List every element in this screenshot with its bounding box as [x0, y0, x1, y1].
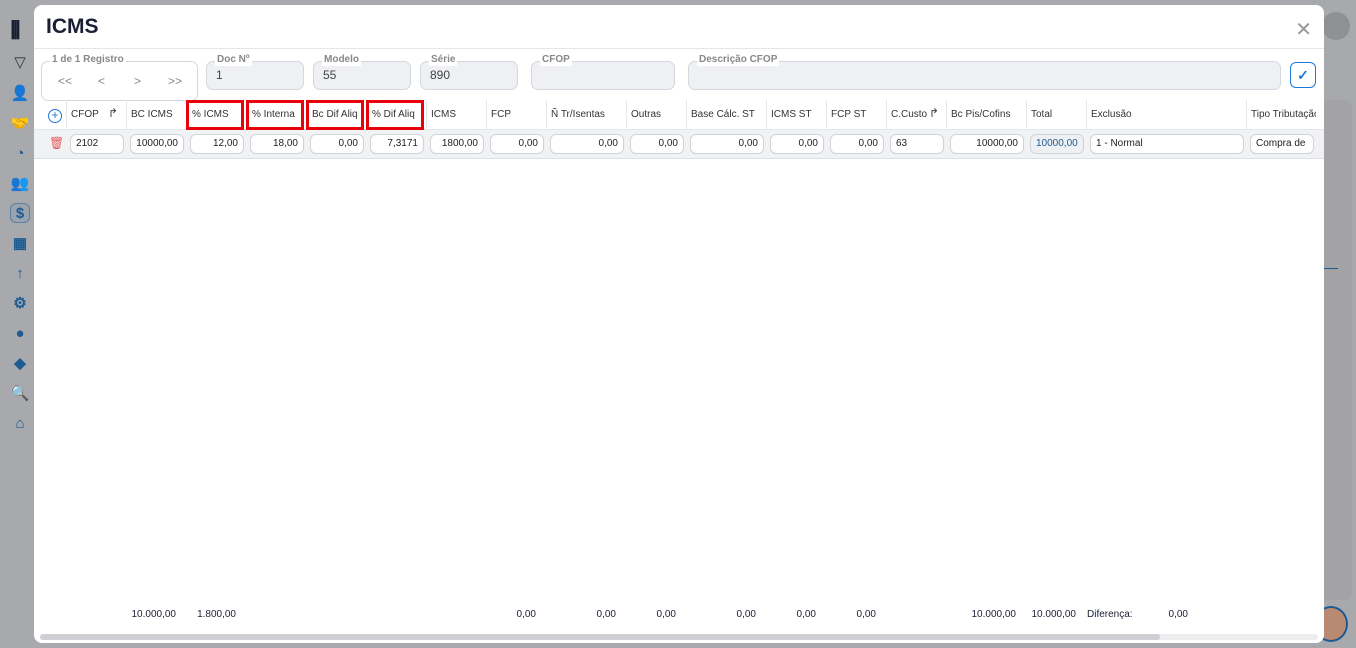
table-row: 2102 10000,00 12,00 18,00 0,00 7,3171 1800,00 0…: [34, 130, 1324, 159]
dollar-icon[interactable]: $: [10, 203, 30, 223]
money-bag-icon[interactable]: ●: [10, 323, 30, 343]
cfop-arrow-icon[interactable]: ↱: [108, 106, 118, 120]
column-header--icms[interactable]: % ICMS: [186, 100, 244, 130]
cell-input--interna[interactable]: 18,00: [250, 134, 304, 154]
total-outras: 0,00: [656, 609, 676, 620]
field-value: 55: [323, 68, 337, 82]
total-bc-pis: 10.000,00: [971, 609, 1017, 620]
total-isentas: 0,00: [596, 609, 616, 620]
layers-icon[interactable]: ◆: [10, 353, 30, 373]
trash-icon[interactable]: 🗑: [49, 136, 64, 150]
difference-value: 0,00: [1168, 609, 1188, 620]
field-label: CFOP: [540, 54, 572, 66]
record-navigator: 1 de 1 Registro << < > >>: [41, 54, 198, 101]
column-header-fcp-st[interactable]: FCP ST: [826, 100, 886, 130]
cell-input-exclus-o[interactable]: 1 - Normal: [1090, 134, 1244, 154]
cell-input-c-custo[interactable]: 63: [890, 134, 944, 154]
scrollbar-thumb[interactable]: [40, 634, 1160, 640]
field-cfop[interactable]: CFOP: [531, 54, 675, 90]
column-header-base-c-lc-st[interactable]: Base Cálc. ST: [686, 100, 766, 130]
column-header--interna[interactable]: % Interna: [246, 100, 304, 130]
cell-input--dif-aliq[interactable]: 7,3171: [370, 134, 424, 154]
cell-input-icms-st[interactable]: 0,00: [770, 134, 824, 154]
grid-icon[interactable]: ▦: [10, 233, 30, 253]
cell-input-base-c-lc-st[interactable]: 0,00: [690, 134, 764, 154]
column-header-outras[interactable]: Outras: [626, 100, 686, 130]
cell-input-outras[interactable]: 0,00: [630, 134, 684, 154]
handshake-icon[interactable]: 🤝: [10, 113, 30, 133]
avatar[interactable]: [1322, 12, 1350, 40]
user-settings-icon[interactable]: 👤: [10, 83, 30, 103]
column-header--dif-aliq[interactable]: % Dif Aliq: [366, 100, 424, 130]
field-s-rie[interactable]: Série 890: [420, 54, 518, 90]
cell-input-bc-icms[interactable]: 10000,00: [130, 134, 184, 154]
cell-input-cfop[interactable]: 2102: [70, 134, 124, 154]
icms-modal: ICMS ✕ 1 de 1 Registro << < > >> Doc Nº 1…: [34, 5, 1324, 643]
difference-label: Diferença:: [1087, 609, 1133, 620]
filter-icon[interactable]: ▽: [10, 52, 30, 72]
total-base-st: 0,00: [736, 609, 756, 620]
home-icon[interactable]: ⌂: [10, 413, 30, 433]
confirm-checkbox-button[interactable]: ✓: [1290, 62, 1316, 88]
cell-input-tipo-tributa-o[interactable]: Compra de: [1250, 134, 1314, 154]
next-button[interactable]: >: [134, 74, 141, 88]
total-icms-st: 0,00: [796, 609, 816, 620]
column-header-tipo-tributa-o[interactable]: Tipo Tributação: [1246, 100, 1316, 130]
cell-input-fcp[interactable]: 0,00: [490, 134, 544, 154]
cell-input-bc-pis-cofins[interactable]: 10000,00: [950, 134, 1024, 154]
total-fcp-st: 0,00: [856, 609, 876, 620]
cell-input--icms[interactable]: 12,00: [190, 134, 244, 154]
total-bc-icms: 10.000,00: [131, 609, 177, 620]
cell-input-total: 10000,00: [1030, 134, 1084, 154]
field-label: Descrição CFOP: [697, 54, 780, 66]
divider: [34, 48, 1324, 49]
total-icms: 1.800,00: [197, 609, 236, 620]
column-header-total[interactable]: Total: [1026, 100, 1086, 130]
cell-input-fcp-st[interactable]: 0,00: [830, 134, 884, 154]
ccusto-arrow-icon[interactable]: ↱: [929, 106, 939, 120]
column-header-bc-pis-cofins[interactable]: Bc Pis/Cofins: [946, 100, 1026, 130]
column-header-icms-st[interactable]: ICMS ST: [766, 100, 826, 130]
cell-input-icms[interactable]: 1800,00: [430, 134, 484, 154]
first-button[interactable]: <<: [58, 74, 72, 88]
clock-icon[interactable]: ◔: [10, 143, 30, 163]
field-modelo[interactable]: Modelo 55: [313, 54, 411, 90]
prev-button[interactable]: <: [98, 74, 105, 88]
field-doc-n-[interactable]: Doc Nº 1: [206, 54, 304, 90]
column-header-fcp[interactable]: FCP: [486, 100, 546, 130]
field-value: 1: [216, 68, 223, 82]
cell-input-bc-dif-aliq[interactable]: 0,00: [310, 134, 364, 154]
logo-icon: |||: [10, 18, 21, 40]
field-descri-o-cfop[interactable]: Descrição CFOP: [688, 54, 1281, 90]
horizontal-scrollbar[interactable]: [40, 634, 1318, 640]
percent-arrow-icon[interactable]: ↑: [10, 263, 30, 283]
total-fcp: 0,00: [516, 609, 536, 620]
gear-icon[interactable]: ⚙: [10, 293, 30, 313]
users-icon[interactable]: 👥: [10, 173, 30, 193]
field-label: Doc Nº: [215, 54, 252, 66]
close-icon[interactable]: ✕: [1295, 17, 1312, 42]
column-header--tr-isentas[interactable]: Ñ Tr/Isentas: [546, 100, 626, 130]
record-count: 1 de 1 Registro: [50, 54, 126, 66]
field-value: 890: [430, 68, 451, 82]
last-button[interactable]: >>: [168, 74, 182, 88]
sidebar: ||| ▽ 👤 🤝 ◔ 👥 $ ▦ ↑ ⚙ ● ◆ 🔍 ⌂: [0, 0, 34, 648]
total-total: 10.000,00: [1031, 609, 1077, 620]
field-label: Modelo: [322, 54, 361, 66]
column-header-bc-icms[interactable]: BC ICMS: [126, 100, 186, 130]
background-card: [1320, 100, 1352, 600]
column-header-bc-dif-aliq[interactable]: Bc Dif Aliq: [306, 100, 364, 130]
background-divider: [1324, 268, 1338, 269]
search-icon[interactable]: 🔍: [10, 383, 30, 403]
modal-title: ICMS: [46, 15, 99, 38]
table-header: CFOP BC ICMS% ICMS% Interna Bc Dif Aliq% D…: [34, 100, 1324, 130]
column-header-exclus-o[interactable]: Exclusão: [1086, 100, 1246, 130]
column-header-icms[interactable]: ICMS: [426, 100, 486, 130]
cell-input--tr-isentas[interactable]: 0,00: [550, 134, 624, 154]
field-label: Série: [429, 54, 458, 66]
